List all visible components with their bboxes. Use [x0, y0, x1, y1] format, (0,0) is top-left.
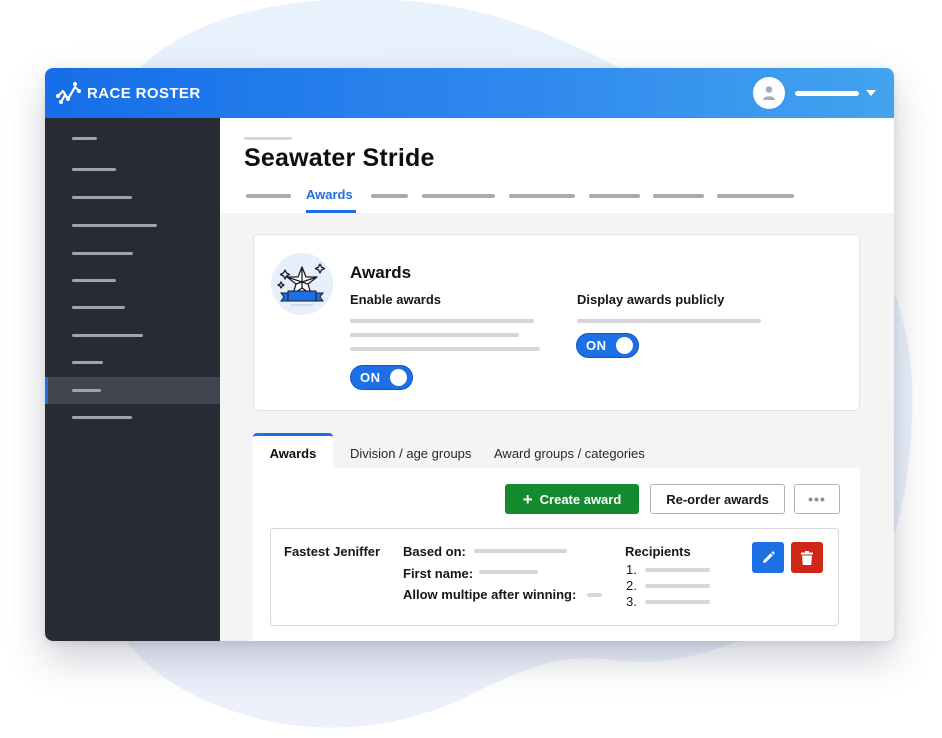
recipient-value: [645, 584, 710, 588]
sidebar-item-label: [72, 224, 157, 227]
sidebar-item-3[interactable]: [45, 184, 220, 211]
brand-name: RACE ROSTER: [87, 84, 201, 102]
user-icon: [763, 86, 775, 100]
nav-tab[interactable]: [246, 194, 291, 198]
star-trophy-icon: [277, 263, 326, 306]
top-bar: RACE ROSTER: [45, 68, 894, 118]
allow-multiple-label: Allow multipe after winning:: [403, 587, 577, 602]
page-title: Seawater Stride: [244, 144, 435, 172]
sidebar-item-label: [72, 334, 143, 337]
sidebar-item-label: [72, 252, 133, 255]
sidebar-item-6[interactable]: [45, 267, 220, 294]
toggle-knob: [390, 369, 407, 386]
description-line: [350, 319, 534, 323]
award-badge: [271, 253, 333, 315]
user-menu[interactable]: [753, 77, 876, 109]
create-award-label: Create award: [539, 491, 622, 507]
edit-award-button[interactable]: [752, 542, 784, 573]
sidebar-item-label: [72, 279, 116, 282]
tab-award-groups-categories[interactable]: Award groups / categories: [494, 433, 645, 468]
more-options-button[interactable]: •••: [794, 484, 840, 514]
delete-award-button[interactable]: [791, 542, 823, 573]
sidebar-item-5[interactable]: [45, 240, 220, 267]
description-line: [577, 319, 761, 323]
award-list-item: Fastest Jeniffer Based on: First name: A…: [270, 528, 839, 626]
nav-tab[interactable]: [589, 194, 640, 198]
sidebar-item-11[interactable]: [45, 404, 220, 431]
recipient-value: [645, 568, 710, 572]
nav-tab-active-indicator: [306, 210, 356, 213]
sidebar-item-label: [72, 389, 101, 392]
first-name-value: [479, 570, 538, 574]
based-on-label: Based on:: [403, 544, 466, 559]
sidebar-item-label: [72, 416, 132, 419]
tab-awards[interactable]: Awards: [253, 433, 333, 468]
sidebar-item-1[interactable]: [45, 125, 220, 152]
more-icon: •••: [808, 491, 826, 507]
reorder-awards-button[interactable]: Re-order awards: [650, 484, 785, 514]
breadcrumb[interactable]: [244, 137, 292, 140]
based-on-value: [474, 549, 567, 553]
sidebar-item-2[interactable]: [45, 156, 220, 183]
tab-division-age-groups[interactable]: Division / age groups: [350, 433, 471, 468]
caret-down-icon[interactable]: [866, 90, 876, 96]
first-name-label: First name:: [403, 566, 474, 581]
recipient-value: [645, 600, 710, 604]
toggle-state: ON: [360, 370, 381, 385]
sidebar-item-label: [72, 361, 103, 364]
enable-awards-label: Enable awards: [350, 292, 442, 307]
user-name-placeholder: [795, 90, 859, 96]
sidebar-item-4[interactable]: [45, 212, 220, 239]
sidebar-item-awards-active[interactable]: [45, 377, 220, 404]
pencil-icon: [763, 550, 775, 563]
enable-awards-toggle[interactable]: ON: [350, 365, 413, 390]
trash-icon: [801, 550, 813, 565]
awards-title: Awards: [350, 263, 412, 282]
plus-icon: +: [522, 489, 533, 509]
description-line: [350, 347, 540, 351]
sidebar-item-8[interactable]: [45, 322, 220, 349]
recipients-label: Recipients: [625, 544, 691, 559]
nav-tab[interactable]: [371, 194, 408, 198]
sidebar-item-label: [72, 137, 97, 140]
recipient-number: 3.: [626, 594, 637, 609]
award-name: Fastest Jeniffer: [284, 544, 381, 559]
page-header: Seawater Stride Awards: [220, 118, 894, 213]
nav-tab[interactable]: [422, 194, 495, 198]
sidebar-item-label: [72, 306, 125, 309]
recipient-number: 2.: [626, 578, 637, 593]
nav-tab-awards[interactable]: Awards: [306, 187, 353, 202]
nav-tab[interactable]: [509, 194, 575, 198]
race-roster-logo-icon: [56, 82, 81, 104]
toggle-state: ON: [586, 338, 607, 353]
main-content: Seawater Stride Awards Awards Enable awa…: [220, 118, 894, 641]
sidebar-item-label: [72, 196, 132, 199]
awards-panel: + Create award Re-order awards ••• Faste…: [253, 468, 860, 641]
sidebar: [45, 118, 220, 641]
awards-settings-card: Awards Enable awards ON Display awards p…: [253, 234, 860, 411]
display-publicly-label: Display awards publicly: [577, 292, 725, 307]
recipient-number: 1.: [626, 562, 637, 577]
brand-logo[interactable]: RACE ROSTER: [55, 79, 201, 107]
allow-multiple-value: [587, 593, 602, 597]
description-line: [350, 333, 519, 337]
app-window: RACE ROSTER Seawater Stride Awards Award…: [45, 68, 894, 641]
display-publicly-toggle[interactable]: ON: [576, 333, 639, 358]
sidebar-item-9[interactable]: [45, 349, 220, 376]
sidebar-item-7[interactable]: [45, 294, 220, 321]
toggle-knob: [616, 337, 633, 354]
nav-tab[interactable]: [653, 194, 704, 198]
create-award-button[interactable]: + Create award: [505, 484, 639, 514]
avatar[interactable]: [753, 77, 785, 109]
sidebar-item-label: [72, 168, 116, 171]
nav-tab[interactable]: [717, 194, 794, 198]
